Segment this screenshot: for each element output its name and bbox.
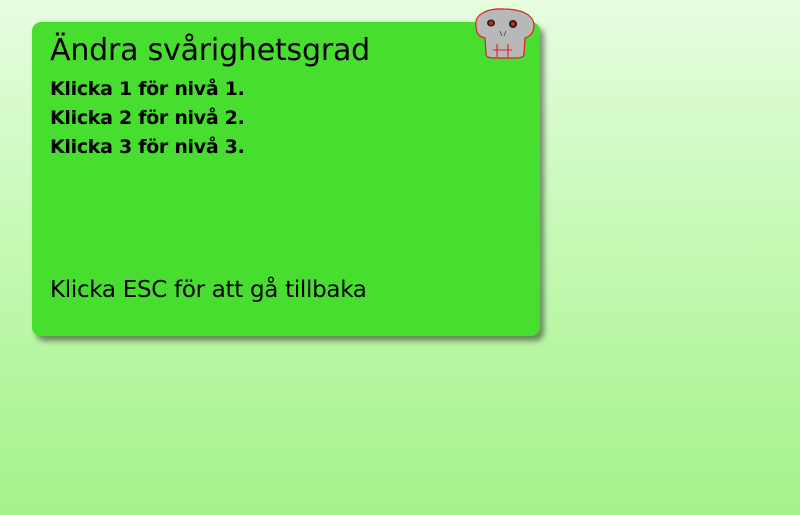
difficulty-option-1[interactable]: Klicka 1 för nivå 1. (50, 75, 245, 104)
difficulty-options-list: Klicka 1 för nivå 1. Klicka 2 för nivå 2… (50, 75, 245, 162)
difficulty-option-3[interactable]: Klicka 3 för nivå 3. (50, 133, 245, 162)
difficulty-menu-panel: Ändra svårighetsgrad Klicka 1 för nivå 1… (32, 22, 540, 336)
skull-icon (475, 8, 535, 59)
menu-title: Ändra svårighetsgrad (50, 33, 370, 68)
back-hint[interactable]: Klicka ESC för att gå tillbaka (50, 277, 367, 303)
difficulty-option-2[interactable]: Klicka 2 för nivå 2. (50, 104, 245, 133)
